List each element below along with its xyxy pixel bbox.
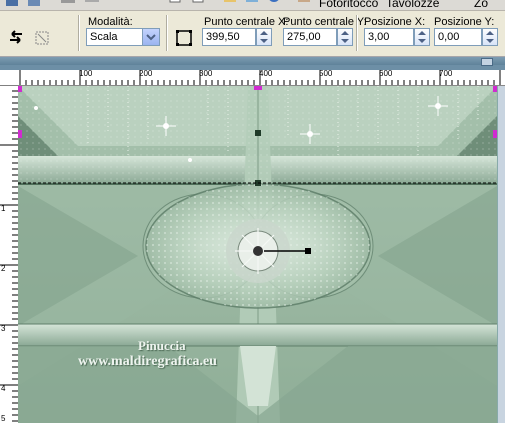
pos-x-spinner[interactable] — [414, 28, 430, 46]
ruler-label: 300 — [199, 70, 213, 78]
ruler-label: 100 — [79, 70, 93, 78]
artwork — [18, 86, 497, 423]
save-as-icon[interactable] — [26, 0, 42, 8]
pos-y-spinner[interactable] — [482, 28, 498, 46]
vertical-scrollbar[interactable] — [497, 86, 505, 423]
ruler-label: 600 — [379, 70, 393, 78]
paste-icon[interactable] — [190, 0, 206, 8]
separator — [166, 15, 168, 51]
center-point-icon[interactable] — [175, 29, 193, 50]
image-icon[interactable] — [244, 0, 260, 8]
main-toolbar: Fotoritocco Tavolozze Zo — [0, 0, 505, 11]
center-y-input[interactable]: 275,00 — [283, 28, 337, 46]
pos-x-label: Posizione X: — [364, 16, 426, 28]
center-x-label: Punto centrale X: — [204, 16, 289, 28]
center-y-spinner[interactable] — [337, 28, 353, 46]
vertical-ruler[interactable]: 1 2 3 4 5 — [0, 85, 19, 423]
ruler-label: 400 — [259, 70, 273, 78]
help-icon[interactable] — [266, 0, 282, 8]
horizontal-ruler[interactable]: 100 200 300 400 500 600 700 — [18, 70, 505, 86]
image-canvas[interactable]: Pinuccia www.maldiregrafica.eu — [18, 86, 497, 423]
separator — [356, 15, 358, 51]
center-x-input[interactable]: 399,50 — [202, 28, 256, 46]
ruler-label: 5 — [1, 414, 6, 423]
retouch-icon[interactable] — [296, 0, 312, 8]
mode-label: Modalità: — [88, 16, 133, 28]
ruler-label: 1 — [1, 204, 6, 213]
print-icon[interactable] — [60, 0, 76, 8]
browse-icon[interactable] — [222, 0, 238, 8]
pos-y-input[interactable]: 0,00 — [434, 28, 482, 46]
restore-window-icon[interactable] — [481, 58, 493, 66]
mode-select[interactable]: Scala — [86, 28, 160, 46]
copy-icon[interactable] — [168, 0, 184, 8]
tool-options-palette: Modalità: Scala Punto centrale X: 399,50… — [0, 11, 505, 57]
ruler-label: 200 — [139, 70, 153, 78]
watermark-site: www.maldiregrafica.eu — [78, 354, 217, 369]
document-title-bar[interactable] — [0, 57, 505, 65]
pos-y-label: Posizione Y: — [434, 16, 495, 28]
ruler-corner — [0, 70, 19, 86]
menu-fotoritocco[interactable]: Fotoritocco — [319, 0, 378, 10]
watermark-name: Pinuccia — [138, 338, 186, 353]
ruler-label: 2 — [1, 264, 6, 273]
center-y-label: Punto centrale Y: — [283, 16, 367, 28]
reset-arrow-icon[interactable] — [6, 29, 26, 48]
ruler-label: 500 — [319, 70, 333, 78]
ruler-label: 3 — [1, 324, 6, 333]
menu-tavolozze[interactable]: Tavolozze — [386, 0, 439, 10]
separator — [78, 15, 80, 51]
mode-value: Scala — [90, 31, 118, 43]
pick-tool-icon[interactable] — [34, 29, 52, 50]
redo-icon[interactable] — [138, 0, 154, 8]
center-x-spinner[interactable] — [256, 28, 272, 46]
menu-zoom[interactable]: Zo — [474, 0, 488, 10]
ruler-label: 700 — [439, 70, 453, 78]
undo-icon[interactable] — [114, 0, 130, 8]
pos-x-input[interactable]: 3,00 — [364, 28, 414, 46]
ruler-label: 4 — [1, 384, 6, 393]
scanner-icon[interactable] — [84, 0, 100, 8]
save-icon[interactable] — [4, 0, 20, 8]
chevron-down-icon[interactable] — [142, 29, 159, 45]
